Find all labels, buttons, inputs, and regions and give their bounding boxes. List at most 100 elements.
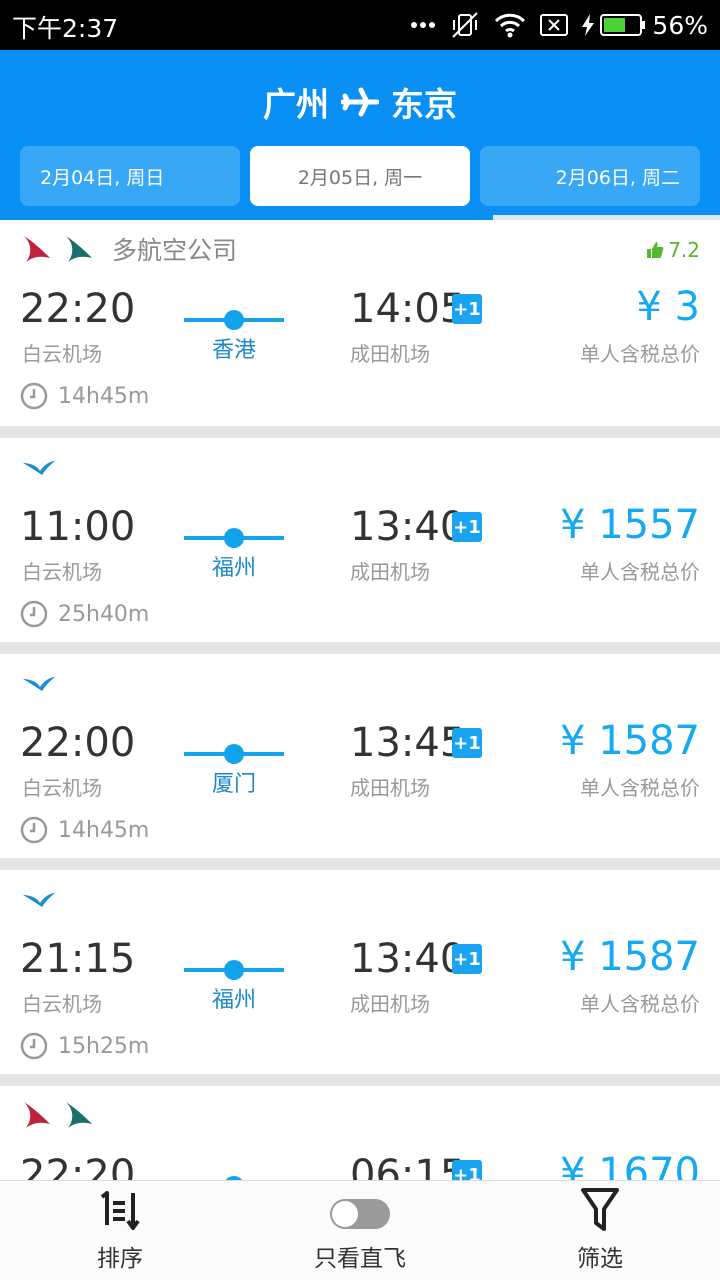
stopover-dot [224, 528, 244, 548]
date-tab-next[interactable]: 2月06日, 周二 [480, 146, 700, 206]
filter-button[interactable]: 筛选 [540, 1181, 660, 1280]
arrival-time: 13:40 [350, 504, 466, 550]
departure-time: 22:00 [20, 720, 136, 766]
filter-icon-wrap [580, 1181, 620, 1233]
no-sim-icon [540, 14, 569, 36]
price-label: 单人含税总价 [580, 560, 700, 584]
airline-name: 多航空公司 [112, 236, 238, 265]
duration-value: 14h45m [58, 383, 150, 409]
more-dots-icon [411, 22, 436, 28]
arrival-time: 13:40 [350, 936, 466, 982]
stopover-dot [224, 960, 244, 980]
departure-time: 11:00 [20, 504, 136, 550]
status-icons: 56% [410, 9, 708, 41]
header: 广州 东京 2月04日, 周日 2月05日, 周一 2月06日, 周二 [0, 50, 720, 220]
direct-only-label: 只看直飞 [314, 1246, 406, 1272]
cathay-pacific-logo-icon [66, 236, 92, 262]
stopover-city: 福州 [211, 988, 256, 1013]
duration-value: 25h40m [58, 601, 150, 627]
date-tab-prev[interactable]: 2月04日, 周日 [20, 146, 240, 206]
card-separator [0, 1074, 720, 1086]
duration: 15h25m [20, 1032, 149, 1060]
duration: 14h45m [20, 816, 149, 844]
price: ¥ 1587 [560, 718, 700, 764]
toggle-switch[interactable] [330, 1199, 390, 1229]
price: ¥ 1587 [560, 934, 700, 980]
bottom-bar: 排序 只看直飞 筛选 [0, 1180, 720, 1280]
price-label: 单人含税总价 [580, 342, 700, 366]
sort-icon [100, 1191, 140, 1230]
stopover-city: 厦门 [211, 772, 256, 797]
price: ¥ 3 [636, 284, 700, 330]
flight-card[interactable]: 多航空公司 7.2 22:20 白云机场 香港 14:05 +1 成田机场 ¥ … [0, 220, 720, 436]
departure-time: 21:15 [20, 936, 136, 982]
cathay-dragon-logo-icon [24, 236, 50, 262]
departure-time: 22:20 [20, 286, 136, 332]
next-day-badge: +1 [452, 294, 482, 324]
card-separator [0, 426, 720, 438]
flight-card[interactable]: 22:00 白云机场 厦门 13:45 +1 成田机场 ¥ 1587 单人含税总… [0, 654, 720, 870]
price-label: 单人含税总价 [580, 992, 700, 1016]
direct-only-toggle[interactable]: 只看直飞 [280, 1181, 440, 1280]
sort-icon-wrap [98, 1181, 142, 1233]
flight-card[interactable]: 21:15 白云机场 福州 13:40 +1 成田机场 ¥ 1587 单人含税总… [0, 870, 720, 1086]
next-day-badge: +1 [452, 728, 482, 758]
flight-list[interactable]: 多航空公司 7.2 22:20 白云机场 香港 14:05 +1 成田机场 ¥ … [0, 220, 720, 1180]
toggle-knob [332, 1201, 358, 1227]
status-time: 下午2:37 [12, 14, 119, 43]
departure-airport: 白云机场 [22, 992, 102, 1016]
battery-icon [600, 14, 646, 36]
sort-button[interactable]: 排序 [60, 1181, 180, 1280]
next-day-badge: +1 [452, 944, 482, 974]
departure-airport: 白云机场 [22, 560, 102, 584]
route-title: 广州 东京 [0, 78, 720, 126]
stopover-dot [224, 310, 244, 330]
date-tab-label: 2月06日, 周二 [555, 166, 680, 189]
toggle-wrap [330, 1181, 390, 1233]
airline-row [22, 1098, 94, 1132]
origin-city: 广州 [263, 85, 329, 124]
airline-row [22, 666, 74, 700]
clock-icon [20, 600, 48, 628]
rating-value: 7.2 [668, 238, 700, 262]
xiamen-airlines-logo-icon [23, 461, 55, 475]
arrival-airport: 成田机场 [350, 776, 430, 800]
duration: 14h45m [20, 382, 149, 410]
date-tab-current[interactable]: 2月05日, 周一 [250, 146, 470, 206]
card-separator [0, 858, 720, 870]
duration-value: 15h25m [58, 1033, 150, 1059]
wifi-icon [495, 13, 526, 38]
stopover-city: 香港 [211, 338, 256, 363]
rating: 7.2 [646, 238, 700, 262]
arrival-airport: 成田机场 [350, 992, 430, 1016]
arrival-airport: 成田机场 [350, 560, 430, 584]
duration: 25h40m [20, 600, 149, 628]
filter-icon [581, 1188, 619, 1231]
price: ¥ 1557 [560, 502, 700, 548]
price-label: 单人含税总价 [580, 776, 700, 800]
charging-bolt-icon [582, 14, 595, 36]
destination-city: 东京 [391, 85, 457, 124]
arrival-airport: 成田机场 [350, 342, 430, 366]
clock-icon [20, 382, 48, 410]
stopover-dot [224, 744, 244, 764]
airline-row [22, 450, 74, 484]
status-bar: 下午2:37 56% [0, 0, 720, 50]
xiamen-airlines-logo-icon [23, 893, 55, 907]
arrival-time: 14:05 [350, 286, 466, 332]
duration-value: 14h45m [58, 817, 150, 843]
battery-percent: 56% [652, 10, 708, 40]
departure-airport: 白云机场 [22, 776, 102, 800]
flight-card[interactable]: 22:20 06:15 +1 ¥ 1670 [0, 1086, 720, 1180]
date-tab-label: 2月04日, 周日 [40, 166, 165, 189]
filter-label: 筛选 [577, 1246, 623, 1272]
departure-airport: 白云机场 [22, 342, 102, 366]
flight-card[interactable]: 11:00 白云机场 福州 13:40 +1 成田机场 ¥ 1557 单人含税总… [0, 438, 720, 654]
airplane-icon [341, 87, 379, 117]
vibrate-off-icon [452, 12, 479, 38]
next-day-badge: +1 [452, 512, 482, 542]
card-separator [0, 642, 720, 654]
cathay-pacific-logo-icon [66, 1102, 92, 1128]
next-day-badge: +1 [452, 1160, 482, 1180]
arrival-time: 13:45 [350, 720, 466, 766]
